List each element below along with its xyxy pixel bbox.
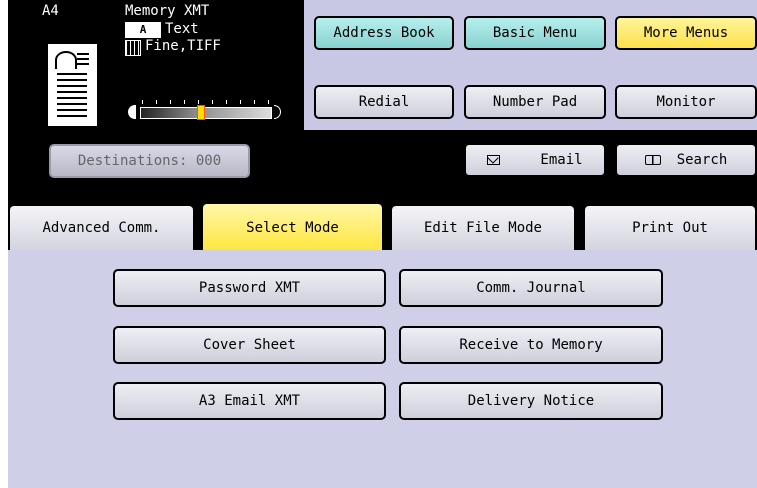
book-icon [644, 155, 661, 165]
destinations-button[interactable]: Destinations: 000 [49, 144, 250, 178]
contrast-tick-marks [142, 100, 270, 104]
document-preview-icon [48, 44, 97, 126]
number-pad-button[interactable]: Number Pad [464, 85, 606, 119]
fax-control-panel: A4 Memory XMT A Text Fine,TIFF Destinati… [8, 0, 757, 488]
resolution-label: Fine,TIFF [145, 38, 221, 54]
password-xmt-button[interactable]: Password XMT [113, 269, 386, 307]
comm-journal-button[interactable]: Comm. Journal [399, 269, 663, 307]
cover-sheet-button[interactable]: Cover Sheet [113, 326, 386, 364]
contrast-light-icon [274, 105, 281, 119]
envelope-icon [487, 152, 501, 165]
paper-size-label: A4 [42, 3, 59, 19]
tab-edit-file-mode[interactable]: Edit File Mode [390, 204, 576, 250]
monitor-button[interactable]: Monitor [615, 85, 757, 119]
basic-menu-button[interactable]: Basic Menu [464, 16, 606, 50]
tab-select-mode[interactable]: Select Mode [201, 202, 384, 252]
a3-email-xmt-button[interactable]: A3 Email XMT [113, 382, 386, 420]
tab-advanced-comm[interactable]: Advanced Comm. [8, 204, 195, 250]
mode-label: Memory XMT [125, 3, 210, 19]
receive-to-memory-button[interactable]: Receive to Memory [399, 326, 663, 364]
resolution-grid-icon [125, 40, 141, 56]
tab-print-out[interactable]: Print Out [583, 204, 757, 250]
original-type-label: Text [165, 21, 199, 37]
contrast-slider[interactable] [140, 107, 272, 119]
contrast-slider-thumb[interactable] [197, 105, 205, 120]
email-button[interactable]: Email [464, 143, 606, 177]
address-book-button[interactable]: Address Book [314, 16, 454, 50]
status-panel: A4 Memory XMT A Text Fine,TIFF Destinati… [8, 0, 290, 188]
search-label: Search [676, 152, 728, 168]
delivery-notice-button[interactable]: Delivery Notice [399, 382, 663, 420]
search-button[interactable]: Search [615, 143, 757, 177]
more-menus-button[interactable]: More Menus [615, 16, 757, 50]
email-label: Email [540, 152, 583, 168]
redial-button[interactable]: Redial [314, 85, 454, 119]
contrast-dark-icon [128, 105, 136, 119]
original-type-icon: A [125, 22, 161, 38]
